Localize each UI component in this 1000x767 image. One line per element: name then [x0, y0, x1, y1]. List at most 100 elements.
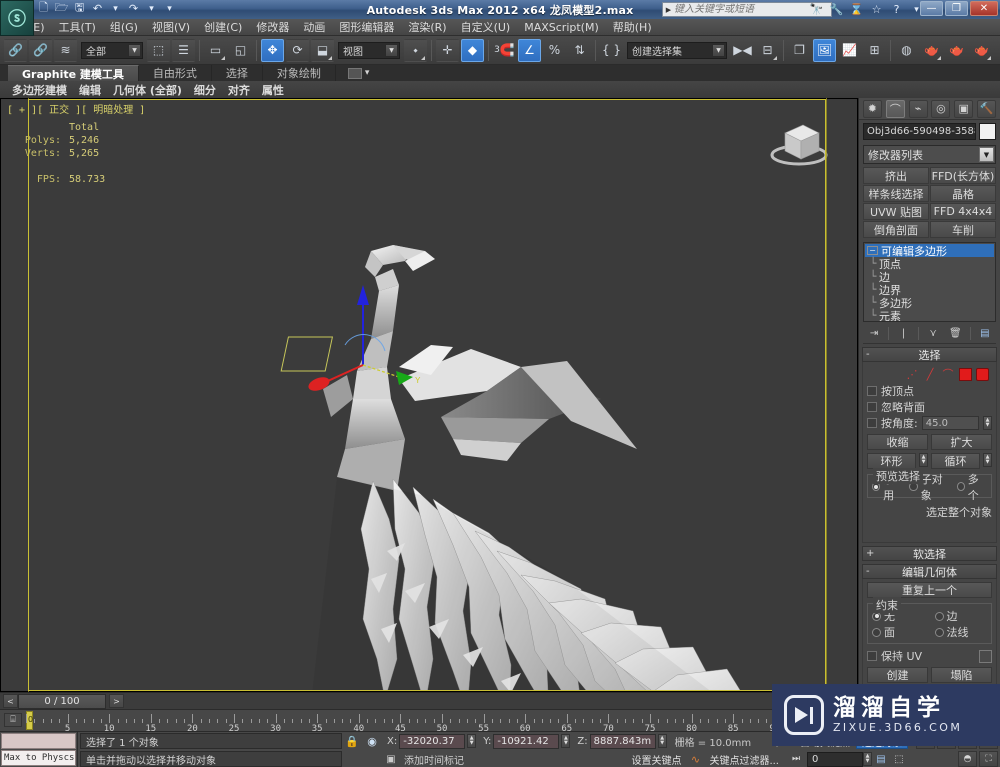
minimize-button[interactable]: —	[920, 1, 943, 16]
ribbon-panel-align[interactable]: 对齐	[222, 82, 256, 98]
next-frame-button[interactable]: >	[109, 694, 124, 708]
render-setup-icon[interactable]: ◍	[895, 39, 918, 62]
rollout-soft-selection-header[interactable]: + 软选择	[862, 546, 997, 561]
subscription-icon[interactable]: ⌛	[849, 2, 864, 17]
modifier-button-uvw-map[interactable]: UVW 贴图	[863, 203, 929, 220]
checkbox-icon[interactable]	[867, 402, 877, 412]
checkbox-by-vertex[interactable]: 按顶点	[867, 383, 992, 399]
coord-y-spinner[interactable]: ▲ ▼	[561, 734, 571, 748]
ribbon-panel-edit[interactable]: 编辑	[73, 82, 107, 98]
constraint-edge[interactable]: 边	[934, 608, 988, 624]
chevron-down-icon[interactable]: ▼	[712, 43, 725, 57]
redo-dropdown-icon[interactable]: ▾	[144, 1, 159, 16]
rollout-edit-geometry-header[interactable]: - 编辑几何体	[862, 564, 997, 579]
ribbon-tab-freeform[interactable]: 自由形式	[139, 65, 212, 81]
keyboard-shortcut-override-icon[interactable]: ◆	[461, 38, 484, 62]
rollout-selection-header[interactable]: - 选择	[862, 347, 997, 362]
chevron-down-icon[interactable]: ▼	[979, 147, 994, 162]
constraint-face[interactable]: 面	[872, 624, 925, 640]
preserve-uv-row[interactable]: 保持 UV	[867, 648, 992, 664]
open-mini-curve-editor-icon[interactable]: ⌸	[4, 713, 22, 727]
display-tab[interactable]: ▣	[954, 99, 974, 118]
shrink-button[interactable]: 收缩	[867, 434, 928, 450]
ring-spinner[interactable]: ▲ ▼	[919, 453, 928, 467]
configure-modifier-sets-icon[interactable]: ▤	[977, 326, 993, 342]
key-filters-icon[interactable]: ∿	[687, 753, 703, 766]
modifier-button-spline-select[interactable]: 样条线选择	[863, 185, 929, 202]
rollout-toggle-icon[interactable]: -	[866, 566, 870, 577]
loop-spinner[interactable]: ▲ ▼	[983, 453, 992, 467]
modifier-button-ffd-box[interactable]: FFD(长方体)	[930, 167, 996, 184]
chevron-down-icon[interactable]: ▼	[128, 43, 141, 57]
checkbox-icon[interactable]	[867, 651, 877, 661]
radio-normal-icon[interactable]	[934, 627, 944, 637]
layer-manager-icon[interactable]: ❐	[788, 39, 811, 62]
current-frame-spinner[interactable]: ▲ ▼	[863, 752, 872, 766]
viewport[interactable]: Y [ + ][ 正交 ][ 明暗处理 ] Total Polys: 5,246 …	[0, 98, 858, 692]
mirror-icon[interactable]: ▶◀	[731, 39, 754, 62]
edge-icon[interactable]: ╱	[923, 367, 937, 381]
rollout-toggle-icon[interactable]: -	[866, 349, 870, 360]
angle-snap-toggle-icon[interactable]: ∠	[518, 38, 541, 62]
bind-to-space-warp-icon[interactable]: ≋	[54, 38, 77, 62]
modify-tab[interactable]: ⌒	[885, 99, 905, 118]
remove-modifier-icon[interactable]: 🗑	[947, 326, 963, 342]
by-angle-row[interactable]: 按角度: 45.0 ▲ ▼	[867, 415, 992, 431]
object-name-field[interactable]: Obj3d66-590498-3588-538	[863, 123, 976, 140]
maximize-button[interactable]: ❐	[945, 1, 968, 16]
menu-item-modifiers[interactable]: 修改器	[249, 18, 296, 36]
quick-render-icon[interactable]: 🫖	[970, 39, 993, 62]
search-dropdown-icon[interactable]: ▶	[663, 6, 674, 14]
ribbon-minimize-icon[interactable]	[347, 67, 362, 79]
save-file-icon[interactable]: 🖫	[72, 1, 87, 16]
ribbon-panel-subdivision[interactable]: 细分	[188, 82, 222, 98]
ribbon-tab-graphite-modeling[interactable]: Graphite 建模工具	[8, 65, 139, 81]
ribbon-panel-geometry-all[interactable]: 几何体 (全部)	[107, 82, 188, 98]
select-and-rotate-icon[interactable]: ⟳	[286, 38, 309, 62]
menu-item-rendering[interactable]: 渲染(R)	[401, 18, 453, 36]
use-pivot-point-center-icon[interactable]: ⬩	[404, 38, 427, 62]
expand-collapse-icon[interactable]: −	[867, 246, 878, 255]
modifier-button-lathe[interactable]: 车削	[930, 221, 996, 238]
timeline-playhead[interactable]: 0	[26, 711, 33, 730]
menu-item-create[interactable]: 创建(C)	[197, 18, 249, 36]
go-to-end-icon[interactable]: ⏭	[785, 754, 807, 764]
ribbon-panel-polygon-modeling[interactable]: 多边形建模	[6, 82, 73, 98]
align-icon[interactable]: ⊟	[756, 39, 779, 62]
utilities-tab[interactable]: 🔨	[977, 99, 997, 118]
by-angle-spinner[interactable]: ▲ ▼	[983, 416, 992, 430]
set-key-button[interactable]: 设置关键点	[625, 751, 687, 767]
coord-z-field[interactable]: 8887.843m	[589, 733, 656, 749]
ring-button[interactable]: 环形	[867, 453, 916, 469]
grow-button[interactable]: 扩大	[931, 434, 992, 450]
stack-item-element[interactable]: └ 元素	[865, 309, 994, 321]
absolute-mode-icon[interactable]: ◉	[362, 735, 382, 748]
by-angle-value[interactable]: 45.0	[921, 416, 979, 430]
track-bar[interactable]: ⌸ 0 510152025303540455055606570758085909…	[0, 709, 859, 734]
modifier-stack[interactable]: − 可编辑多边形 └ 顶点 └ 边 └ 边界 └ 多边形 └ 元素	[863, 242, 996, 322]
current-frame-field[interactable]: 0	[807, 751, 863, 767]
new-file-icon[interactable]: 🗋	[36, 1, 51, 16]
preserve-uv-settings-icon[interactable]	[979, 649, 992, 663]
modifier-button-bevel-profile[interactable]: 倒角剖面	[863, 221, 929, 238]
menu-item-views[interactable]: 视图(V)	[145, 18, 197, 36]
radio-face-icon[interactable]	[872, 627, 881, 637]
menu-item-animation[interactable]: 动画	[296, 18, 332, 36]
binoculars-icon[interactable]: 🔭	[809, 2, 824, 17]
snap-toggle-3d-icon[interactable]: 3 🧲	[493, 39, 516, 62]
spinner-snap-toggle-icon[interactable]: ⇅	[568, 39, 591, 62]
checkbox-icon[interactable]	[867, 418, 877, 428]
radio-edge-icon[interactable]	[934, 611, 944, 621]
ribbon-tab-selection[interactable]: 选择	[212, 65, 263, 81]
app-logo-icon[interactable]: ⓢ	[0, 0, 34, 36]
menu-item-customize[interactable]: 自定义(U)	[454, 18, 518, 36]
hierarchy-tab[interactable]: ⌁	[908, 99, 928, 118]
select-and-manipulate-icon[interactable]: ✛	[436, 38, 459, 62]
modifier-button-ffd-4x4x4[interactable]: FFD 4x4x4	[930, 203, 996, 220]
orbit-icon[interactable]: ◓	[958, 751, 977, 767]
time-slider[interactable]: 0 / 100	[18, 693, 106, 709]
menu-item-help[interactable]: 帮助(H)	[606, 18, 659, 36]
element-icon[interactable]	[976, 367, 989, 381]
help-icon[interactable]: ?	[889, 2, 904, 17]
close-button[interactable]: ✕	[970, 1, 998, 16]
